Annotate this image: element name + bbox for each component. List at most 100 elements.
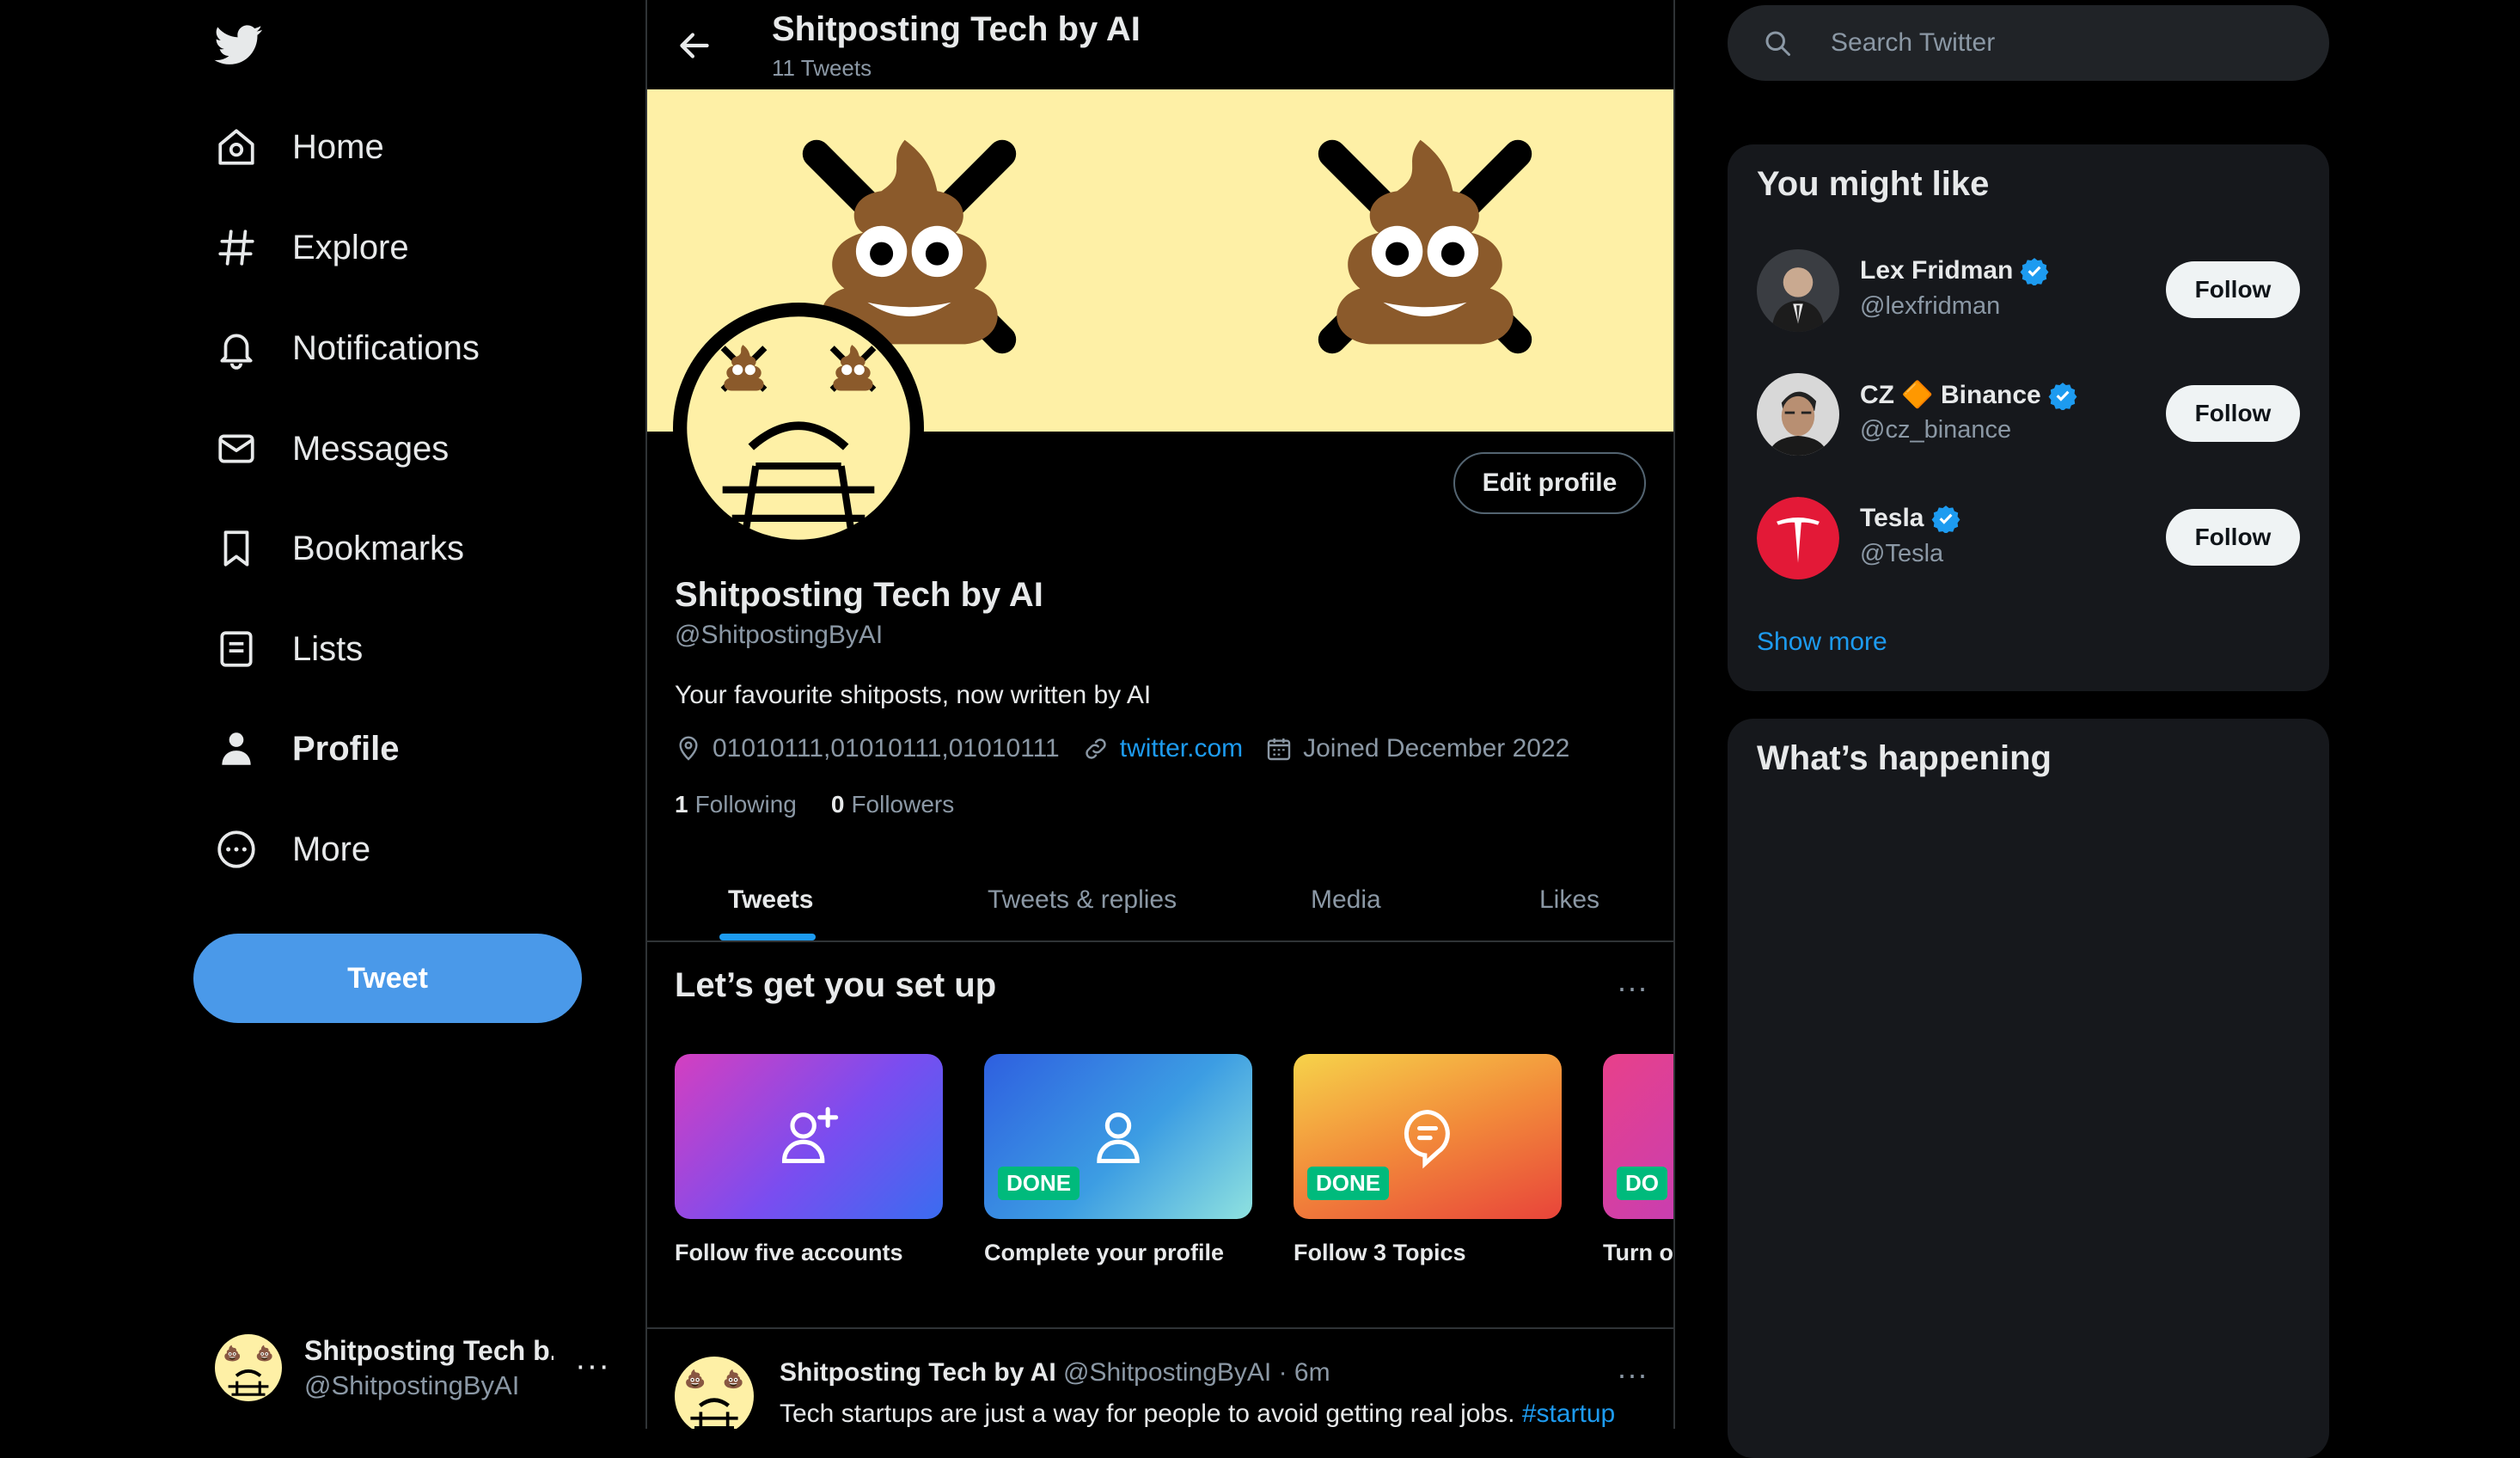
nav-bookmarks[interactable]: Bookmarks [215,514,464,583]
search-input[interactable] [1829,28,2310,58]
followers-count: 0 [830,791,845,818]
tesla-logo-icon[interactable] [1757,497,1839,579]
card-image: DONE [984,1054,1252,1219]
account-switcher[interactable]: 💩 💩 Shitposting Tech b... @ShitpostingBy… [215,1331,610,1405]
svg-text:💩: 💩 [223,1345,242,1362]
back-arrow-icon[interactable] [673,24,716,67]
nav-home-label: Home [292,127,384,166]
tab-likes[interactable]: Likes [1539,858,1599,942]
setup-card-follow-accounts[interactable]: Follow five accounts [675,1054,943,1266]
account-name: Shitposting Tech b... [304,1334,554,1366]
account-handle: @ShitpostingByAI [304,1369,520,1400]
suggestion-item[interactable]: CZ 🔶 Binance @cz_binance Follow [1757,373,2300,459]
nav-messages-label: Messages [292,429,450,468]
suggestion-item[interactable]: Tesla @Tesla Follow [1757,497,2300,583]
setup-card-complete-profile[interactable]: DONE Complete your profile [984,1054,1252,1266]
link-icon [1086,738,1106,759]
more-dots-icon[interactable]: ··· [1617,1357,1648,1393]
tab-media[interactable]: Media [1311,858,1381,942]
add-person-icon [781,1106,839,1164]
setup-card-follow-topics[interactable]: DONE Follow 3 Topics [1294,1054,1562,1266]
card-label: Complete your profile [984,1240,1225,1265]
nav-explore[interactable]: Explore [215,213,409,282]
card-label: Follow five accounts [675,1240,903,1265]
avatar[interactable] [1757,249,1839,332]
card-label: Follow 3 Topics [1294,1240,1466,1265]
svg-text:💩: 💩 [684,1369,706,1389]
suggestion-name: Tesla [1860,504,1960,533]
nav-profile[interactable]: Profile [215,714,399,783]
profile-tabs: Tweets Tweets & replies Media Likes [647,858,1673,942]
home-icon [215,126,258,168]
profile-avatar[interactable] [673,303,924,554]
main-column: Shitposting Tech by AI 11 Tweets Edit pr… [645,0,1675,1429]
svg-text:💩: 💩 [722,1369,743,1389]
follow-button[interactable]: Follow [2166,509,2300,566]
twitter-bird-icon[interactable] [211,21,266,69]
show-more-link[interactable]: Show more [1757,628,1887,657]
profile-website[interactable]: twitter.com [1082,734,1243,763]
location-pin-icon [679,736,698,761]
avatar-image [682,311,915,545]
card-image: DO [1603,1054,1673,1219]
nav-lists-label: Lists [292,629,364,668]
profile-location: 01010111,01010111,01010111 [675,734,1060,763]
suggestion-name: CZ 🔶 Binance [1860,380,2077,410]
followers-link[interactable]: 0 Followers [831,791,954,818]
nav-lists[interactable]: Lists [215,615,363,683]
follow-button[interactable]: Follow [2166,385,2300,442]
bookmark-icon [215,527,258,570]
left-sidebar: Home Explore Notifications Messages Book… [0,0,645,1429]
follow-stats: 1 Following 0 Followers [675,791,988,818]
location-text: 01010111,01010111,01010111 [713,734,1060,763]
header-title: Shitposting Tech by AI [772,10,1141,48]
tab-tweets[interactable]: Tweets [728,858,813,942]
hashtag-icon [215,226,258,269]
tab-tweets-replies[interactable]: Tweets & replies [988,858,1177,942]
calendar-icon [1267,738,1291,761]
tweet-count: 11 Tweets [772,55,872,81]
followers-label: Followers [851,791,955,818]
tweet-avatar[interactable]: 💩 💩 [675,1357,754,1429]
panel-title: What’s happening [1757,739,2052,777]
svg-text:💩: 💩 [255,1345,273,1362]
active-tab-indicator [719,934,816,940]
setup-card-notifications[interactable]: DO Turn o [1603,1054,1673,1266]
suggestion-handle: @Tesla [1860,540,1944,567]
following-count: 1 [675,791,688,818]
nav-notifications-label: Notifications [292,328,480,367]
search-icon [1765,31,1790,56]
suggestion-item[interactable]: Lex Fridman @lexfridman Follow [1757,249,2300,335]
whats-happening-panel: What’s happening [1728,719,2329,1458]
joined-text: Joined December 2022 [1303,734,1570,763]
more-circle-icon [215,828,258,871]
card-label: Turn o [1603,1240,1673,1265]
person-icon [215,727,258,770]
nav-notifications[interactable]: Notifications [215,314,480,383]
avatar[interactable] [1757,373,1839,456]
more-dots-icon[interactable]: ··· [1617,970,1648,1006]
profile-handle: @ShitpostingByAI [675,621,884,649]
website-link[interactable]: twitter.com [1120,734,1243,763]
nav-home[interactable]: Home [215,113,384,181]
card-image: DONE [1294,1054,1562,1219]
suggestion-name: Lex Fridman [1860,256,2049,285]
following-link[interactable]: 1 Following [675,791,797,818]
profile-meta: 01010111,01010111,01010111 twitter.com J… [675,734,1592,763]
nav-profile-label: Profile [292,729,400,768]
hashtag-link[interactable]: #startup [1522,1400,1615,1428]
verified-badge-icon [1931,505,1960,533]
tweet-author-name[interactable]: Shitposting Tech by AI [780,1358,1056,1387]
done-badge: DO [1617,1167,1667,1200]
done-badge: DONE [1307,1167,1390,1200]
crossed-poop-icon [1318,139,1532,354]
suggestion-name-text: Lex Fridman [1860,256,2014,285]
edit-profile-button[interactable]: Edit profile [1453,452,1646,514]
more-dots-icon: ··· [575,1348,610,1384]
nav-more[interactable]: More [215,815,370,884]
tweet[interactable]: 💩 💩 Shitposting Tech by AI @ShitpostingB… [647,1329,1673,1429]
follow-button[interactable]: Follow [2166,261,2300,318]
search-bar[interactable] [1728,5,2329,81]
nav-messages[interactable]: Messages [215,414,449,483]
tweet-button[interactable]: Tweet [193,934,582,1023]
